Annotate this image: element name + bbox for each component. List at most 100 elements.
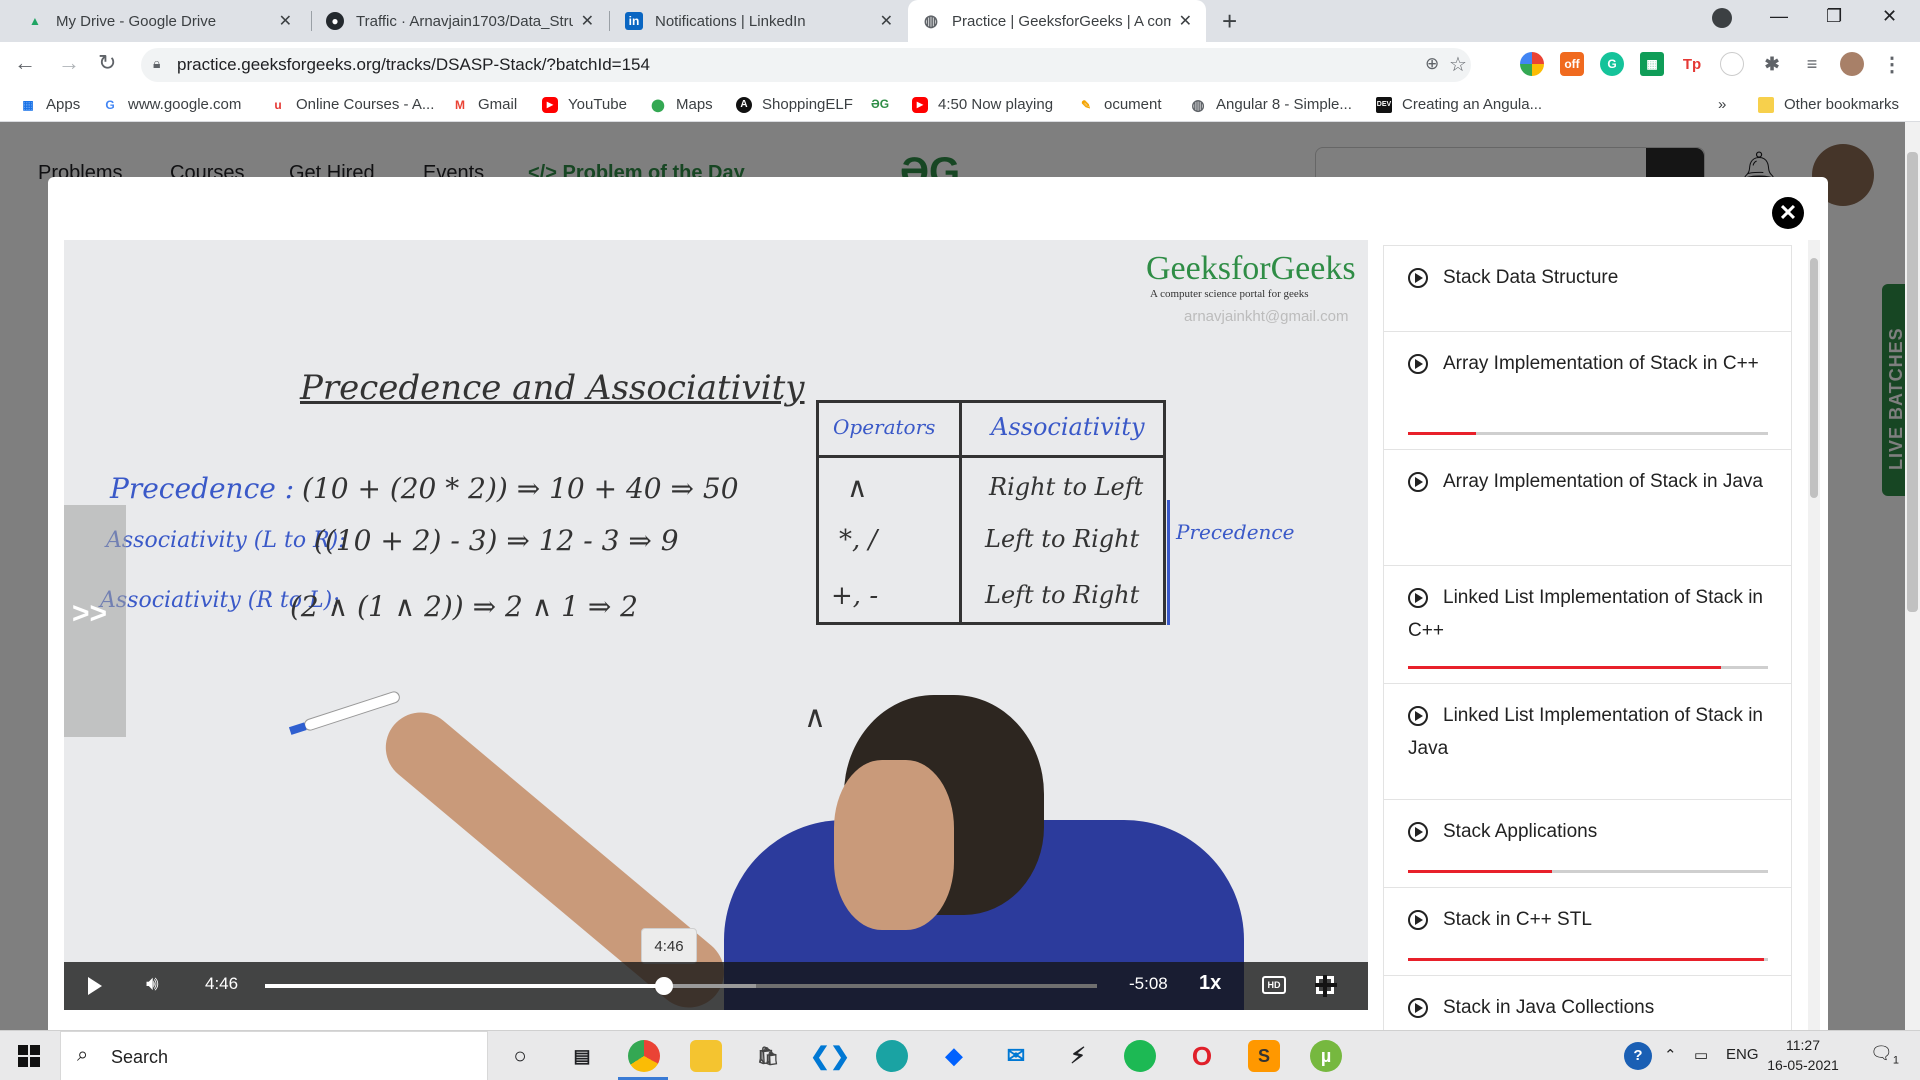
cortana-icon[interactable]: ○ (504, 1040, 536, 1072)
other-bookmarks[interactable]: Other bookmarks (1758, 96, 1899, 113)
maximize-button[interactable]: ❐ (1826, 6, 1842, 27)
new-tab-button[interactable]: + (1222, 6, 1237, 37)
edge-icon[interactable] (876, 1040, 908, 1072)
bookmark-gmail[interactable]: M Gmail (452, 96, 517, 113)
file-explorer-icon[interactable] (690, 1040, 722, 1072)
microsoft-store-icon[interactable]: 🛍︎ (752, 1040, 784, 1072)
extensions-puzzle-icon[interactable]: ✱ (1760, 52, 1784, 76)
dropbox-icon[interactable]: ◆ (938, 1040, 970, 1072)
bookmark-star-icon[interactable]: ☆ (1449, 52, 1467, 77)
precedence-arrow (1167, 500, 1170, 625)
close-window-button[interactable]: ✕ (1882, 6, 1897, 27)
opera-icon[interactable]: O (1186, 1040, 1218, 1072)
windows-start-icon[interactable] (18, 1045, 40, 1067)
bookmark-google[interactable]: Gwww.google.com (102, 96, 241, 113)
minimize-button[interactable]: — (1770, 6, 1788, 27)
playlist-item[interactable]: Array Implementation of Stack in Java (1384, 450, 1791, 566)
bookmark-label: 4:50 Now playing (938, 96, 1054, 113)
system-clock[interactable]: 11:27 16-05-2021 (1758, 1035, 1848, 1075)
mail-icon[interactable]: ✉ (1000, 1040, 1032, 1072)
app-launcher-icon[interactable]: ⚡︎ (1062, 1040, 1094, 1072)
forward-button[interactable]: → (58, 50, 80, 76)
globe-icon: ◍ (1191, 96, 1205, 114)
github-icon: ● (326, 12, 344, 30)
close-modal-button[interactable]: ✕ (1772, 197, 1804, 229)
playlist-item[interactable]: Linked List Implementation of Stack in J… (1384, 684, 1791, 800)
reload-button[interactable]: ↻ (98, 50, 116, 76)
table-header: Associativity (991, 413, 1145, 441)
bookmark-label: Gmail (478, 96, 518, 113)
chrome-menu-icon[interactable]: ⋮ (1880, 52, 1904, 76)
bookmark-youtube[interactable]: ▶ YouTube (542, 96, 627, 113)
close-tab-icon[interactable]: ✕ (279, 11, 292, 31)
notification-center-icon[interactable]: 🗨︎1 (1870, 1043, 1899, 1067)
spotify-icon[interactable] (1124, 1040, 1156, 1072)
tab-linkedin[interactable]: in Notifications | LinkedIn ✕ (611, 0, 907, 42)
honey-extension-icon[interactable]: off (1560, 52, 1584, 76)
taskbar-search-box[interactable]: ⌕ Search (60, 1031, 488, 1080)
sidebar-toggle-handle[interactable]: >> (64, 505, 126, 737)
bookmark-apps[interactable]: ▦ Apps (20, 96, 80, 113)
tab-geeksforgeeks-practice[interactable]: ◍ Practice | GeeksforGeeks | A com ✕ (908, 0, 1206, 42)
bookmark-gfg[interactable]: ƏG (871, 96, 898, 112)
seek-bar[interactable] (265, 977, 1097, 995)
extension-icon[interactable] (1520, 52, 1544, 76)
lock-icon[interactable]: 🔒︎ (153, 55, 160, 72)
grammarly-icon[interactable]: G (1600, 52, 1624, 76)
tab-search-icon[interactable] (1712, 8, 1732, 28)
network-battery-icon[interactable]: ▭ (1694, 1046, 1708, 1064)
media-control-icon[interactable]: ≡ (1800, 52, 1824, 76)
address-bar[interactable]: 🔒︎ practice.geeksforgeeks.org/tracks/DSA… (141, 48, 1471, 82)
volume-icon[interactable]: 🔊︎ (146, 973, 159, 996)
task-view-icon[interactable]: ▤ (566, 1040, 598, 1072)
playlist-item[interactable]: Stack Applications (1384, 800, 1791, 888)
page-scrollbar-thumb[interactable] (1907, 152, 1918, 612)
close-tab-icon[interactable]: ✕ (1179, 11, 1192, 31)
bookmarks-overflow[interactable]: » (1718, 96, 1726, 113)
bookmark-maps[interactable]: ⬤ Maps (650, 96, 712, 113)
tab-google-drive[interactable]: ▲ My Drive - Google Drive ✕ (12, 0, 306, 42)
page-scrollbar[interactable] (1905, 122, 1920, 1030)
playlist-item-title: Stack in Java Collections (1443, 997, 1655, 1018)
close-tab-icon[interactable]: ✕ (880, 11, 893, 31)
playlist-item[interactable]: Stack Data Structure (1384, 246, 1791, 332)
hd-quality-button[interactable]: HD (1262, 976, 1286, 994)
tp-extension-icon[interactable]: Tp (1680, 52, 1704, 76)
close-tab-icon[interactable]: ✕ (581, 11, 594, 31)
url-text[interactable]: practice.geeksforgeeks.org/tracks/DSASP-… (177, 55, 650, 75)
playlist-item[interactable]: Array Implementation of Stack in C++ (1384, 332, 1791, 450)
vscode-icon[interactable]: ❮❯ (810, 1040, 850, 1072)
bookmark-document[interactable]: ✎ ocument (1078, 96, 1162, 113)
bookmark-shoppingelf[interactable]: A ShoppingELF (736, 96, 853, 113)
playlist-item[interactable]: Linked List Implementation of Stack in C… (1384, 566, 1791, 684)
seek-bar-handle[interactable] (655, 977, 674, 995)
bookmark-angular[interactable]: ◍ Angular 8 - Simple... (1190, 96, 1351, 114)
playlist-item[interactable]: Stack in C++ STL (1384, 888, 1791, 976)
google-drive-icon: ▲ (29, 14, 41, 28)
browser-tab-strip: ▲ My Drive - Google Drive ✕ ● Traffic · … (0, 0, 1920, 42)
back-button[interactable]: ← (14, 50, 36, 76)
language-indicator[interactable]: ENG (1726, 1046, 1759, 1063)
profile-avatar[interactable] (1840, 52, 1864, 76)
bookmark-creating-angular[interactable]: DEV Creating an Angula... (1376, 96, 1542, 113)
playlist-scrollbar[interactable] (1808, 240, 1820, 1030)
sheets-extension-icon[interactable]: ▦ (1640, 52, 1664, 76)
sidebar-toggle-label: >> (72, 597, 108, 630)
zoom-icon[interactable]: ⊕ (1425, 54, 1439, 74)
chrome-taskbar-icon[interactable] (628, 1040, 660, 1072)
playlist-item[interactable]: Stack in Java Collections (1384, 976, 1791, 1030)
clock-date: 16-05-2021 (1767, 1057, 1839, 1073)
extension-circle-icon[interactable] (1720, 52, 1744, 76)
playback-speed-button[interactable]: 1x (1199, 972, 1221, 995)
tab-github-traffic[interactable]: ● Traffic · Arnavjain1703/Data_Struc ✕ (312, 0, 608, 42)
show-hidden-icons-icon[interactable]: ⌃ (1664, 1046, 1677, 1064)
utorrent-icon[interactable]: µ (1310, 1040, 1342, 1072)
bookmark-online-courses[interactable]: u Online Courses - A... (270, 96, 434, 113)
play-icon[interactable] (88, 977, 102, 995)
bookmark-now-playing[interactable]: ▶ 4:50 Now playing (912, 96, 1053, 113)
video-player[interactable]: GeeksforGeeks A computer science portal … (64, 240, 1368, 1010)
help-icon[interactable]: ? (1624, 1042, 1652, 1070)
sublime-text-icon[interactable]: S (1248, 1040, 1280, 1072)
fullscreen-icon[interactable] (1315, 975, 1337, 997)
playlist-scrollbar-thumb[interactable] (1810, 258, 1818, 498)
